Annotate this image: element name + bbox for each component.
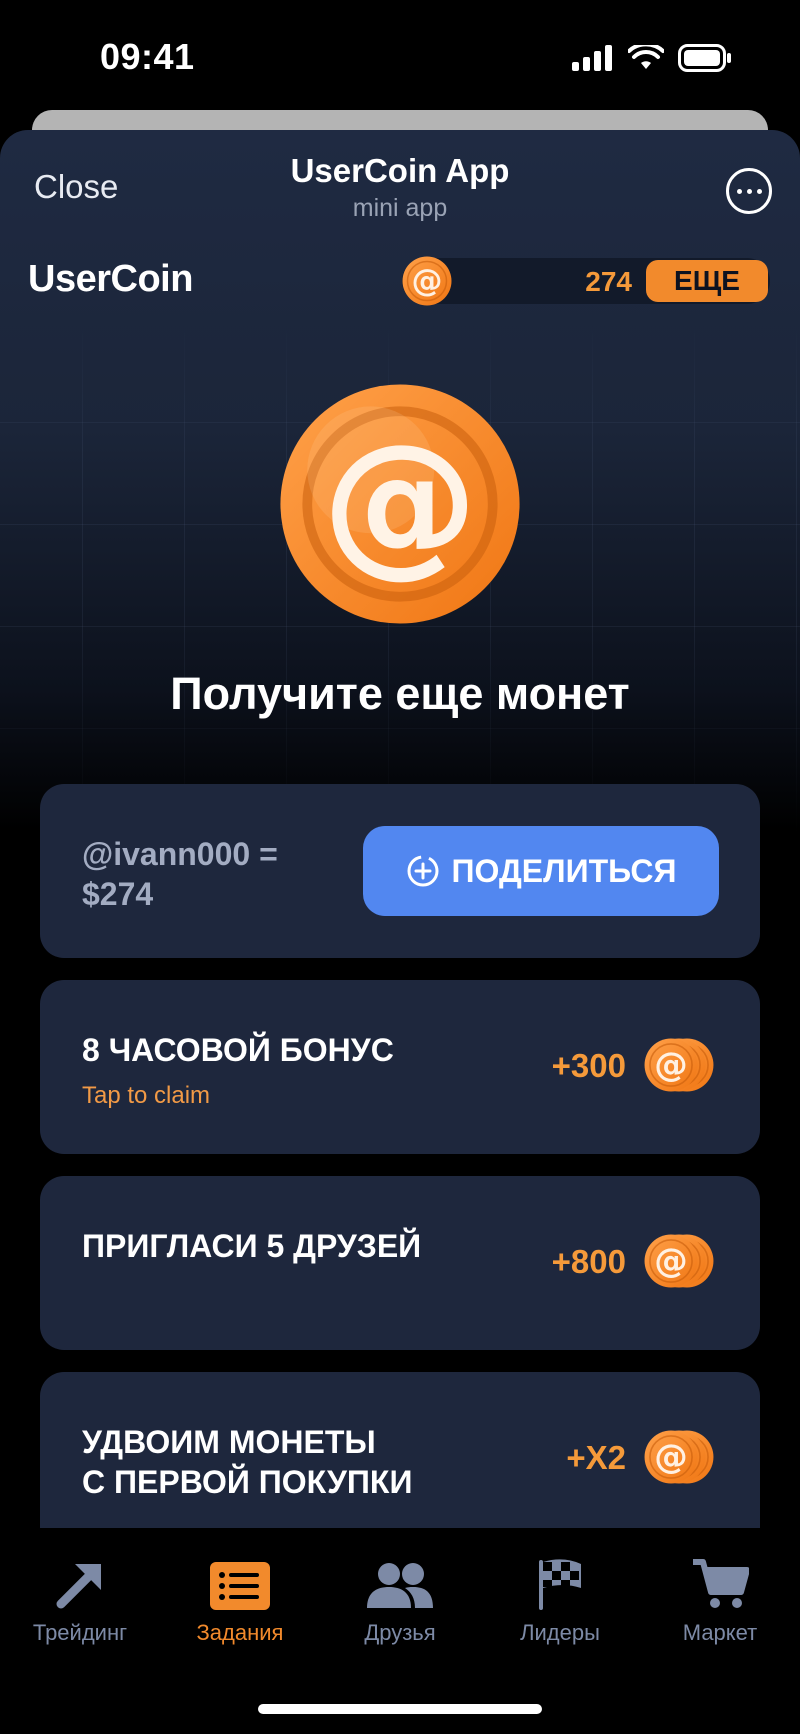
- share-card: @ivann000 = $274 ПОДЕЛИТЬСЯ: [40, 784, 760, 958]
- tab-tasks[interactable]: Задания: [170, 1550, 310, 1646]
- coin-stack-icon: [644, 1430, 714, 1484]
- balance-value: 274: [585, 266, 632, 297]
- share-button[interactable]: ПОДЕЛИТЬСЯ: [363, 826, 719, 916]
- wifi-icon: [628, 45, 664, 69]
- task-reward: +X2: [566, 1439, 626, 1476]
- coin-stack-icon: [644, 1038, 714, 1092]
- app-title: UserCoin App: [290, 152, 510, 189]
- task-title: 8 ЧАСОВОЙ БОНУС: [82, 1032, 394, 1068]
- add-share-icon: [407, 855, 439, 887]
- cart-icon: [693, 1559, 749, 1608]
- tab-label: Задания: [196, 1620, 284, 1645]
- hero-coin-icon: @: [280, 384, 520, 624]
- task-reward: +800: [551, 1243, 626, 1280]
- task-list-icon: [210, 1562, 270, 1610]
- status-bar: 09:41: [0, 0, 800, 110]
- home-indicator[interactable]: [258, 1704, 542, 1714]
- app-subtitle: mini app: [352, 194, 448, 222]
- tab-friends[interactable]: Друзья: [330, 1550, 470, 1646]
- more-options-icon[interactable]: [726, 168, 772, 214]
- tab-label: Друзья: [364, 1620, 436, 1645]
- share-referral-text: @ivann000 = $274: [82, 836, 278, 912]
- signal-icon: [572, 45, 612, 71]
- task-subtitle: Tap to claim: [82, 1082, 211, 1109]
- task-title-line1: УДВОИМ МОНЕТЫ: [82, 1424, 376, 1460]
- bottom-tab-bar: Трейдинг Задания Друзья Лидеры Маркет: [0, 1528, 800, 1734]
- tab-leaders[interactable]: Лидеры: [490, 1550, 630, 1646]
- status-icons: [572, 44, 732, 72]
- battery-icon: [678, 44, 731, 72]
- friends-icon: [367, 1563, 433, 1608]
- tab-label: Маркет: [682, 1620, 758, 1645]
- mini-app-sheet: Close UserCoin App mini app UserCoin 274…: [0, 130, 800, 1734]
- tab-label: Трейдинг: [32, 1620, 128, 1645]
- get-more-button[interactable]: ЕЩЕ: [646, 260, 768, 302]
- task-card-invite[interactable]: ПРИГЛАСИ 5 ДРУЗЕЙ +800: [40, 1176, 760, 1350]
- checkered-flag-icon: [539, 1559, 581, 1610]
- task-title: ПРИГЛАСИ 5 ДРУЗЕЙ: [82, 1228, 422, 1264]
- balance-pill: 274 ЕЩЕ: [402, 258, 770, 304]
- share-button-label: ПОДЕЛИТЬСЯ: [451, 852, 677, 889]
- task-card-bonus[interactable]: 8 ЧАСОВОЙ БОНУС Tap to claim +300: [40, 980, 760, 1154]
- trend-arrow-icon: [56, 1564, 101, 1609]
- task-title-line2: С ПЕРВОЙ ПОКУПКИ: [82, 1464, 413, 1500]
- status-time: 09:41: [100, 36, 195, 77]
- task-reward: +300: [551, 1047, 626, 1084]
- hero-title: Получите еще монет: [170, 668, 630, 719]
- tab-label: Лидеры: [520, 1620, 600, 1645]
- brand-logo: UserCoin: [28, 258, 193, 300]
- coin-icon: [402, 256, 452, 306]
- tab-market[interactable]: Маркет: [650, 1550, 790, 1646]
- svg-text:@: @: [322, 410, 478, 592]
- tab-trading[interactable]: Трейдинг: [10, 1550, 150, 1646]
- coin-stack-icon: [644, 1234, 714, 1288]
